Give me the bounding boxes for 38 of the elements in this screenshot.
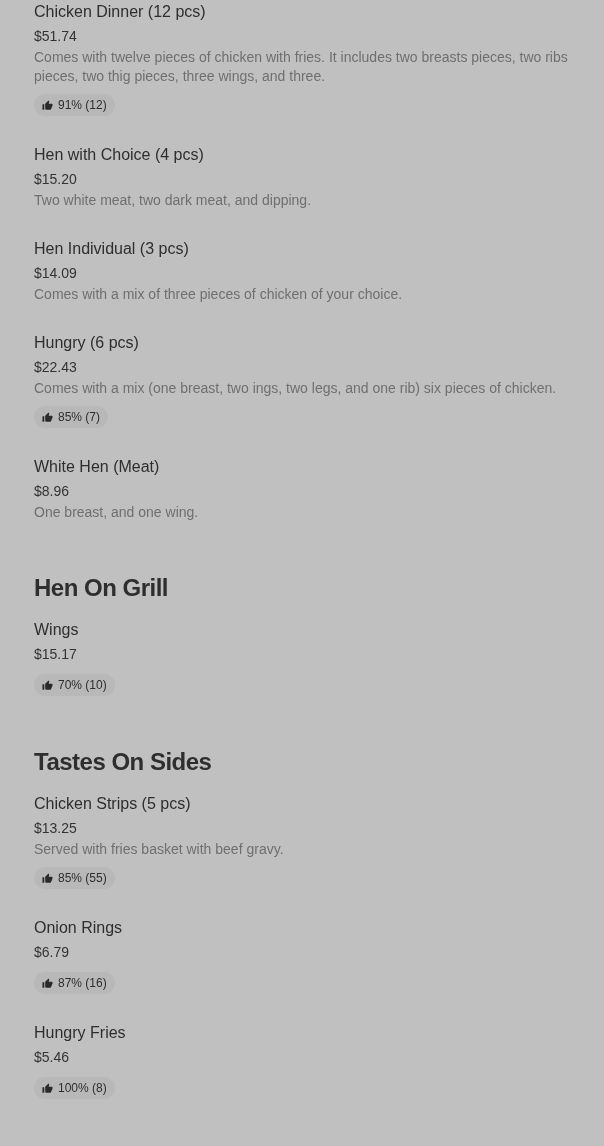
item-price: $15.17 (34, 645, 78, 664)
section-heading: Hen On Grill (34, 573, 169, 603)
item-name[interactable]: Hungry (6 pcs) (34, 331, 590, 355)
item-description: Comes with a mix of three pieces of chicken of your choice. (34, 285, 404, 304)
item-price: $15.20 (34, 170, 78, 189)
item-price: $22.43 (34, 358, 78, 377)
rating-text: 85% (7) (58, 409, 101, 426)
item-name[interactable]: Onion Rings (34, 916, 590, 940)
item-name[interactable]: Hen Individual (3 pcs) (34, 237, 590, 261)
item-name[interactable]: Chicken Strips (5 pcs) (34, 792, 590, 816)
item-price: $14.09 (34, 264, 78, 283)
rating-text: 70% (10) (58, 677, 107, 694)
thumbs-up-icon (42, 99, 53, 111)
thumbs-up-icon (42, 411, 53, 423)
item-description: Served with fries basket with beef gravy. (34, 840, 285, 859)
thumbs-up-icon (42, 977, 53, 989)
thumbs-up-icon (42, 1082, 53, 1094)
rating-text: 85% (55) (58, 870, 107, 887)
rating-text: 91% (12) (58, 97, 107, 114)
rating-text: 87% (16) (58, 975, 107, 992)
section-heading: Tastes On Sides (34, 747, 213, 777)
item-price: $13.25 (34, 819, 78, 838)
item-description: One breast, and one wing. (34, 503, 200, 522)
item-name[interactable]: Hungry Fries (34, 1021, 590, 1045)
thumbs-up-icon (42, 872, 53, 884)
item-price: $6.79 (34, 943, 71, 962)
item-name[interactable]: Chicken Dinner (12 pcs) (34, 0, 590, 24)
item-description: Comes with twelve pieces of chicken with fries. It includes two breasts pieces, two ribs pieces, two thig pieces, three wings, and three. (34, 48, 569, 86)
item-price: $8.96 (34, 482, 71, 501)
item-name[interactable]: Hen with Choice (4 pcs) (34, 143, 590, 167)
item-description: Comes with a mix (one breast, two ings, two legs, and one rib) six pieces of chicken. (34, 379, 558, 398)
item-price: $5.46 (34, 1048, 71, 1067)
item-price: $51.74 (34, 27, 78, 46)
item-name[interactable]: White Hen (Meat) (34, 455, 590, 479)
item-description: Two white meat, two dark meat, and dipping. (34, 191, 313, 210)
thumbs-up-icon (42, 679, 53, 691)
item-name[interactable]: Wings (34, 618, 590, 642)
rating-text: 100% (8) (58, 1080, 107, 1097)
